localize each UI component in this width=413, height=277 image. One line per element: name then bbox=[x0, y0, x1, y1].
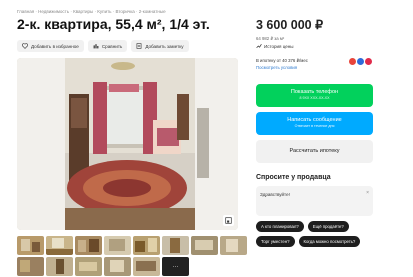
thumbnail[interactable] bbox=[17, 257, 44, 276]
thumbnail[interactable] bbox=[17, 236, 44, 255]
write-message-label: Написать сообщение bbox=[287, 117, 342, 123]
thumbnail[interactable] bbox=[46, 257, 73, 276]
thumbnail[interactable] bbox=[46, 236, 73, 255]
show-phone-button[interactable]: Показать телефон 8 9XX XXX-XX-XX bbox=[256, 84, 373, 107]
thumbnail[interactable] bbox=[104, 257, 131, 276]
price-per-sqm: 64 982 ₽ за м² bbox=[256, 36, 285, 41]
message-input[interactable]: Здравствуйте! × bbox=[256, 186, 373, 216]
response-time: Отвечает в течение дня bbox=[294, 124, 335, 128]
quick-reply-chip[interactable]: Ещё продаёте? bbox=[307, 221, 349, 232]
expand-icon bbox=[225, 217, 232, 224]
more-photos-button[interactable]: ··· bbox=[162, 257, 189, 276]
ask-seller-title: Спросите у продавца bbox=[256, 174, 331, 181]
expand-photo-button[interactable] bbox=[223, 215, 234, 226]
listing-actions: Добавить в избранное Сравнить Добавить з… bbox=[17, 40, 189, 52]
thumbnail[interactable] bbox=[75, 236, 102, 255]
mortgage-terms-link[interactable]: Посмотреть условия bbox=[256, 65, 297, 70]
bank-logos bbox=[349, 58, 372, 65]
thumbnail[interactable] bbox=[104, 236, 131, 255]
heart-icon bbox=[22, 43, 28, 49]
price-history-label: История цены bbox=[264, 43, 294, 49]
price: 3 600 000 ₽ bbox=[256, 18, 324, 32]
apartment-room-photo bbox=[17, 58, 238, 230]
thumbnail[interactable] bbox=[133, 236, 160, 255]
compare-button[interactable]: Сравнить bbox=[87, 40, 128, 52]
favorite-button[interactable]: Добавить в избранное bbox=[17, 40, 84, 52]
breadcrumb[interactable]: Главная · Недвижимость · Квартиры · Купи… bbox=[17, 9, 166, 14]
message-text: Здравствуйте! bbox=[260, 192, 290, 197]
more-photos-label: ··· bbox=[172, 263, 179, 270]
thumbnail[interactable] bbox=[191, 236, 218, 255]
bank-logo-icon bbox=[365, 58, 372, 65]
thumbnail[interactable] bbox=[220, 236, 247, 255]
main-photo[interactable] bbox=[17, 58, 238, 230]
compare-label: Сравнить bbox=[101, 43, 123, 49]
thumbnail[interactable] bbox=[75, 257, 102, 276]
add-note-label: Добавить заметку bbox=[145, 43, 184, 49]
thumbnail[interactable] bbox=[162, 236, 189, 255]
write-message-button[interactable]: Написать сообщение Отвечает в течение дн… bbox=[256, 112, 373, 135]
clear-icon[interactable]: × bbox=[366, 190, 369, 196]
show-phone-label: Показать телефон bbox=[290, 89, 339, 95]
note-icon bbox=[136, 43, 142, 49]
bank-logo-icon bbox=[349, 58, 356, 65]
quick-reply-chip[interactable]: Торг уместен? bbox=[256, 236, 295, 247]
thumbnail[interactable] bbox=[133, 257, 160, 276]
phone-number: 8 9XX XXX-XX-XX bbox=[299, 96, 330, 100]
add-note-button[interactable]: Добавить заметку bbox=[131, 40, 189, 52]
quick-replies: А кто планировал? Ещё продаёте? Торг уме… bbox=[256, 221, 376, 247]
favorite-label: Добавить в избранное bbox=[31, 43, 79, 49]
chart-icon bbox=[256, 44, 262, 49]
photo-thumbnails: ··· bbox=[17, 236, 247, 276]
compare-icon bbox=[93, 44, 99, 49]
mortgage-info: В ипотеку от 40 376 ₽/мес bbox=[256, 58, 308, 63]
calculate-mortgage-button[interactable]: Рассчитать ипотеку bbox=[256, 140, 373, 163]
bank-logo-icon bbox=[357, 58, 364, 65]
quick-reply-chip[interactable]: А кто планировал? bbox=[256, 221, 304, 232]
price-history-link[interactable]: История цены bbox=[256, 43, 293, 49]
quick-reply-chip[interactable]: Когда можно посмотреть? bbox=[298, 236, 361, 247]
page-title: 2-к. квартира, 55,4 м², 1/4 эт. bbox=[17, 16, 210, 32]
